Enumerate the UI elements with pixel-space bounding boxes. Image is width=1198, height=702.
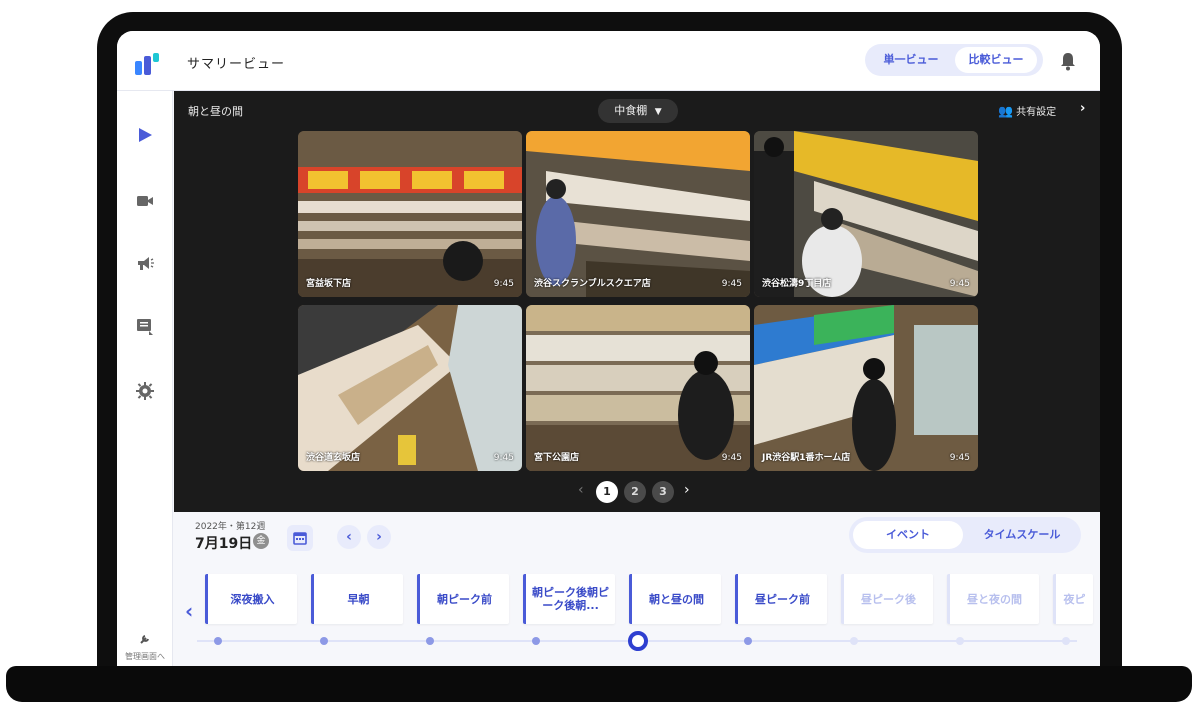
timestamp: 9:45 xyxy=(949,279,970,289)
camera-panel: 朝と昼の間 中食棚 ▼ 👥 共有設定 › 宮益坂下店 9:45 渋谷スクランブル… xyxy=(174,91,1100,512)
pagination: ‹ 1 2 3 › xyxy=(574,481,704,505)
admin-link-label: 管理画面へ xyxy=(125,652,165,661)
sidebar: 管理画面へ xyxy=(117,91,173,666)
camera-feed-image xyxy=(298,131,522,297)
timestamp: 9:45 xyxy=(721,279,742,289)
share-settings-label: 共有設定 xyxy=(1016,107,1057,118)
event-card[interactable]: 昼と夜の間 xyxy=(947,574,1039,624)
event-card[interactable]: 昼ピーク後 xyxy=(841,574,933,624)
camera-tile[interactable]: 渋谷スクランブルスクエア店 9:45 xyxy=(526,131,750,297)
megaphone-icon[interactable] xyxy=(135,253,155,273)
top-header: サマリービュー 単一ビュー 比較ビュー xyxy=(117,31,1100,91)
timeline-prev-icon[interactable]: ‹ xyxy=(185,599,193,623)
camera-feed-image xyxy=(526,305,750,471)
prev-date-button[interactable]: ‹ xyxy=(337,525,361,549)
camera-feed-image xyxy=(526,131,750,297)
timestamp: 9:45 xyxy=(493,453,514,463)
store-name: 渋谷松濤9丁目店 xyxy=(762,279,832,289)
compare-view-button[interactable]: 比較ビュー xyxy=(955,47,1037,73)
chevron-right-icon[interactable]: › xyxy=(1080,101,1085,116)
timestamp: 9:45 xyxy=(721,453,742,463)
add-user-icon: 👥 xyxy=(998,104,1013,118)
timestamp: 9:45 xyxy=(493,279,514,289)
next-date-button[interactable]: › xyxy=(367,525,391,549)
event-card-current[interactable]: 朝と昼の間 xyxy=(629,574,721,624)
camera-feed-image xyxy=(754,305,978,471)
camera-tile[interactable]: 渋谷松濤9丁目店 9:45 xyxy=(754,131,978,297)
camera-tile[interactable]: 宮益坂下店 9:45 xyxy=(298,131,522,297)
event-card[interactable]: 深夜搬入 xyxy=(205,574,297,624)
video-camera-icon[interactable] xyxy=(135,191,155,211)
camera-tile[interactable]: JR渋谷駅1番ホーム店 9:45 xyxy=(754,305,978,471)
zone-label: 朝と昼の間 xyxy=(188,105,243,118)
timeline-marker[interactable] xyxy=(850,637,858,645)
app-logo-icon xyxy=(135,53,159,75)
store-name: 渋谷道玄坂店 xyxy=(306,453,361,463)
timestamp: 9:45 xyxy=(949,453,970,463)
weekday-badge: 金 xyxy=(253,533,269,549)
event-card[interactable]: 早朝 xyxy=(311,574,403,624)
play-icon[interactable] xyxy=(135,125,155,145)
page-title: サマリービュー xyxy=(187,57,286,72)
chevron-left-icon[interactable]: ‹ xyxy=(578,482,584,498)
store-name: 宮下公園店 xyxy=(534,453,580,463)
event-mode-button[interactable]: イベント xyxy=(853,521,963,549)
page-button[interactable]: 3 xyxy=(652,481,674,503)
calendar-button[interactable] xyxy=(287,525,313,551)
shelf-dropdown[interactable]: 中食棚 ▼ xyxy=(598,99,678,123)
timeline-mode-toggle: イベント タイムスケール xyxy=(849,517,1081,553)
gear-icon[interactable] xyxy=(135,381,155,401)
wrench-icon xyxy=(140,635,149,644)
chevron-down-icon: ▼ xyxy=(654,107,662,117)
share-settings-button[interactable]: 👥 共有設定 xyxy=(998,103,1056,118)
admin-link[interactable]: 管理画面へ xyxy=(117,633,173,662)
event-card[interactable]: 朝ピーク後朝ピーク後朝... xyxy=(523,574,615,624)
timeline-marker[interactable] xyxy=(426,637,434,645)
event-card[interactable]: 昼ピーク前 xyxy=(735,574,827,624)
timeline-marker[interactable] xyxy=(532,637,540,645)
bell-icon[interactable] xyxy=(1059,51,1077,71)
app-screen: サマリービュー 単一ビュー 比較ビュー 管理画面へ 朝と昼の間 中食棚 ▼ 👥 … xyxy=(117,31,1100,666)
chevron-right-icon[interactable]: › xyxy=(684,482,690,498)
week-label: 2022年・第12週 xyxy=(195,522,266,532)
laptop-base xyxy=(6,666,1192,702)
camera-feed-image xyxy=(754,131,978,297)
timeline-marker[interactable] xyxy=(320,637,328,645)
camera-feed-image xyxy=(298,305,522,471)
calendar-icon xyxy=(293,532,307,545)
store-name: 宮益坂下店 xyxy=(306,279,352,289)
view-mode-toggle: 単一ビュー 比較ビュー xyxy=(865,44,1043,76)
camera-tile[interactable]: 宮下公園店 9:45 xyxy=(526,305,750,471)
shelf-dropdown-value: 中食棚 xyxy=(614,104,648,117)
camera-tile[interactable]: 渋谷道玄坂店 9:45 xyxy=(298,305,522,471)
timeline-marker[interactable] xyxy=(744,637,752,645)
timeline-marker[interactable] xyxy=(956,637,964,645)
page-button[interactable]: 2 xyxy=(624,481,646,503)
camera-grid: 宮益坂下店 9:45 渋谷スクランブルスクエア店 9:45 渋谷松濤9丁目店 9… xyxy=(298,131,979,471)
event-card[interactable]: 朝ピーク前 xyxy=(417,574,509,624)
timeline-marker[interactable] xyxy=(1062,637,1070,645)
timescale-mode-button[interactable]: タイムスケール xyxy=(967,521,1077,549)
store-name: JR渋谷駅1番ホーム店 xyxy=(762,453,851,463)
date-label: 7月19日 xyxy=(195,536,253,552)
timeline-current-marker[interactable] xyxy=(628,631,648,651)
single-view-button[interactable]: 単一ビュー xyxy=(871,47,951,73)
event-card[interactable]: 夜ピ xyxy=(1053,574,1093,624)
store-name: 渋谷スクランブルスクエア店 xyxy=(534,279,651,289)
report-icon[interactable] xyxy=(135,317,155,337)
page-button[interactable]: 1 xyxy=(596,481,618,503)
timeline-marker[interactable] xyxy=(214,637,222,645)
